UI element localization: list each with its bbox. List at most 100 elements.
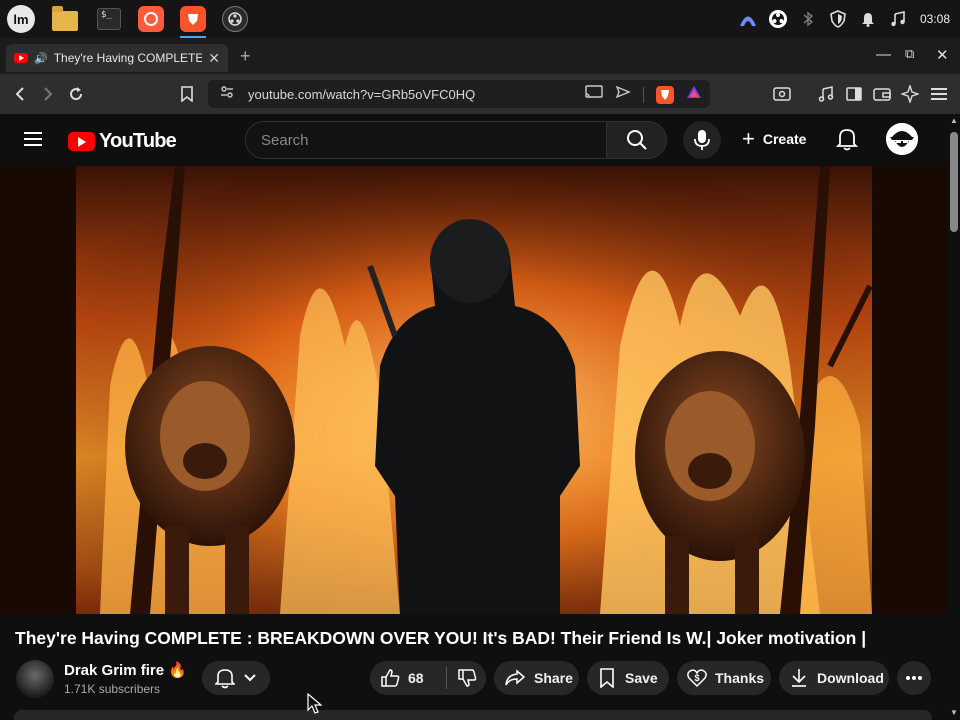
subscriber-count: 1.71K subscribers	[64, 682, 161, 696]
super-thanks-icon: $	[687, 669, 707, 688]
youtube-logo-text: YouTube	[99, 130, 177, 152]
terminal-icon: $_	[97, 8, 121, 30]
clock[interactable]: 03:08	[920, 12, 950, 26]
share-arrow-icon	[505, 669, 526, 686]
terminal-app-button[interactable]: $_	[94, 4, 124, 34]
create-button[interactable]: + Create	[742, 128, 806, 150]
youtube-favicon-icon	[14, 53, 28, 63]
address-bar[interactable]: youtube.com/watch?v=GRb5oVFC0HQ	[208, 80, 710, 108]
notification-bell-icon[interactable]	[858, 9, 878, 29]
music-note-icon[interactable]	[888, 9, 908, 29]
scroll-down-arrow-icon[interactable]: ▼	[948, 708, 960, 717]
thumbs-up-icon	[381, 669, 400, 687]
save-label: Save	[625, 670, 658, 686]
more-horizontal-icon	[906, 676, 922, 680]
os-taskbar: lm $_ 03:08	[0, 0, 960, 38]
account-avatar[interactable]	[886, 123, 918, 155]
bluetooth-icon[interactable]	[798, 9, 818, 29]
dislike-button[interactable]	[447, 668, 486, 688]
download-label: Download	[817, 670, 884, 686]
wallet-button[interactable]	[870, 82, 894, 106]
shield-icon[interactable]	[828, 9, 848, 29]
youtube-play-icon	[68, 132, 95, 151]
search-input[interactable]: Search	[245, 121, 607, 159]
guide-menu-icon[interactable]	[24, 132, 42, 146]
tab-title: They're Having COMPLETE	[53, 51, 203, 65]
forward-button[interactable]	[36, 82, 60, 106]
plus-icon: +	[742, 126, 755, 151]
scrollbar-thumb[interactable]	[950, 132, 958, 232]
create-label: Create	[762, 131, 807, 147]
thanks-button[interactable]: $ Thanks	[677, 661, 771, 695]
thumbs-down-icon	[457, 669, 476, 687]
close-window-button[interactable]: ✕	[936, 46, 949, 64]
proton-vpn-icon[interactable]	[738, 9, 758, 29]
download-icon	[792, 669, 806, 687]
browser-toolbar: youtube.com/watch?v=GRb5oVFC0HQ	[0, 74, 960, 114]
sidebar-toggle-button[interactable]	[842, 82, 866, 106]
cast-icon[interactable]	[585, 85, 603, 104]
like-dislike-group: 68	[370, 661, 486, 695]
youtube-masthead: YouTube Search + Create	[0, 114, 948, 166]
share-button[interactable]: Share	[494, 661, 579, 695]
maximize-button[interactable]: ⧉	[905, 46, 914, 62]
tab-youtube-video[interactable]: 🔊 They're Having COMPLETE ✕	[6, 44, 228, 72]
leo-ai-button[interactable]	[898, 82, 922, 106]
like-button[interactable]: 68	[370, 668, 446, 688]
video-player[interactable]	[0, 166, 948, 614]
save-button[interactable]: Save	[587, 661, 669, 695]
files-folder-icon	[52, 6, 78, 31]
obs-app-button[interactable]	[220, 4, 250, 34]
share-page-icon[interactable]	[615, 85, 631, 104]
svg-text:$: $	[694, 673, 699, 683]
reader-mode-button[interactable]	[770, 82, 794, 106]
media-controls-button[interactable]	[814, 82, 838, 106]
minimize-button[interactable]: —	[876, 46, 891, 63]
bookmark-button[interactable]	[175, 82, 199, 106]
like-count: 68	[408, 670, 424, 686]
page-scrollbar[interactable]: ▲ ▼	[948, 114, 960, 720]
brave-browser-icon	[180, 6, 206, 32]
channel-avatar[interactable]	[16, 660, 54, 698]
bell-icon	[215, 669, 235, 689]
system-tray: 03:08	[738, 0, 950, 38]
brave-shields-icon[interactable]	[656, 85, 674, 104]
more-actions-button[interactable]	[897, 661, 931, 695]
notifications-button[interactable]	[835, 127, 859, 156]
tab-close-icon[interactable]: ✕	[208, 50, 220, 67]
reload-button[interactable]	[64, 82, 88, 106]
firefox-icon	[138, 6, 164, 32]
bookmark-icon	[600, 668, 614, 688]
new-tab-button[interactable]: +	[240, 46, 251, 67]
files-app-button[interactable]	[50, 4, 80, 34]
chevron-down-icon	[244, 674, 256, 682]
thanks-label: Thanks	[715, 670, 765, 686]
youtube-logo[interactable]: YouTube	[68, 130, 177, 153]
video-title: They're Having COMPLETE : BREAKDOWN OVER…	[15, 628, 867, 648]
scroll-up-arrow-icon[interactable]: ▲	[948, 116, 960, 125]
site-settings-icon[interactable]	[220, 85, 234, 104]
back-button[interactable]	[8, 82, 32, 106]
brave-app-button[interactable]	[178, 4, 208, 38]
share-label: Share	[534, 670, 573, 686]
obs-tray-icon[interactable]	[768, 9, 788, 29]
search-button[interactable]	[607, 121, 667, 159]
obs-studio-icon	[222, 6, 248, 32]
browser-tab-bar: 🔊 They're Having COMPLETE ✕ + — ⧉ ✕	[0, 38, 960, 74]
voice-search-button[interactable]	[683, 121, 721, 159]
firefox-app-button[interactable]	[136, 4, 166, 34]
mint-menu-icon: lm	[7, 5, 35, 33]
brave-rewards-icon[interactable]	[686, 85, 702, 104]
microphone-icon	[694, 130, 710, 150]
description-box-top[interactable]	[14, 710, 932, 720]
channel-name[interactable]: Drak Grim fire 🔥	[64, 661, 187, 679]
download-button[interactable]: Download	[779, 661, 889, 695]
search-icon	[626, 130, 647, 150]
url-text[interactable]: youtube.com/watch?v=GRb5oVFC0HQ	[248, 87, 475, 102]
mouse-pointer-icon	[307, 692, 325, 720]
subscribed-notifications-button[interactable]	[202, 661, 270, 695]
speaker-icon[interactable]: 🔊	[34, 52, 48, 65]
browser-menu-button[interactable]	[927, 82, 951, 106]
bell-icon	[835, 129, 859, 151]
mint-menu-button[interactable]: lm	[6, 4, 36, 34]
